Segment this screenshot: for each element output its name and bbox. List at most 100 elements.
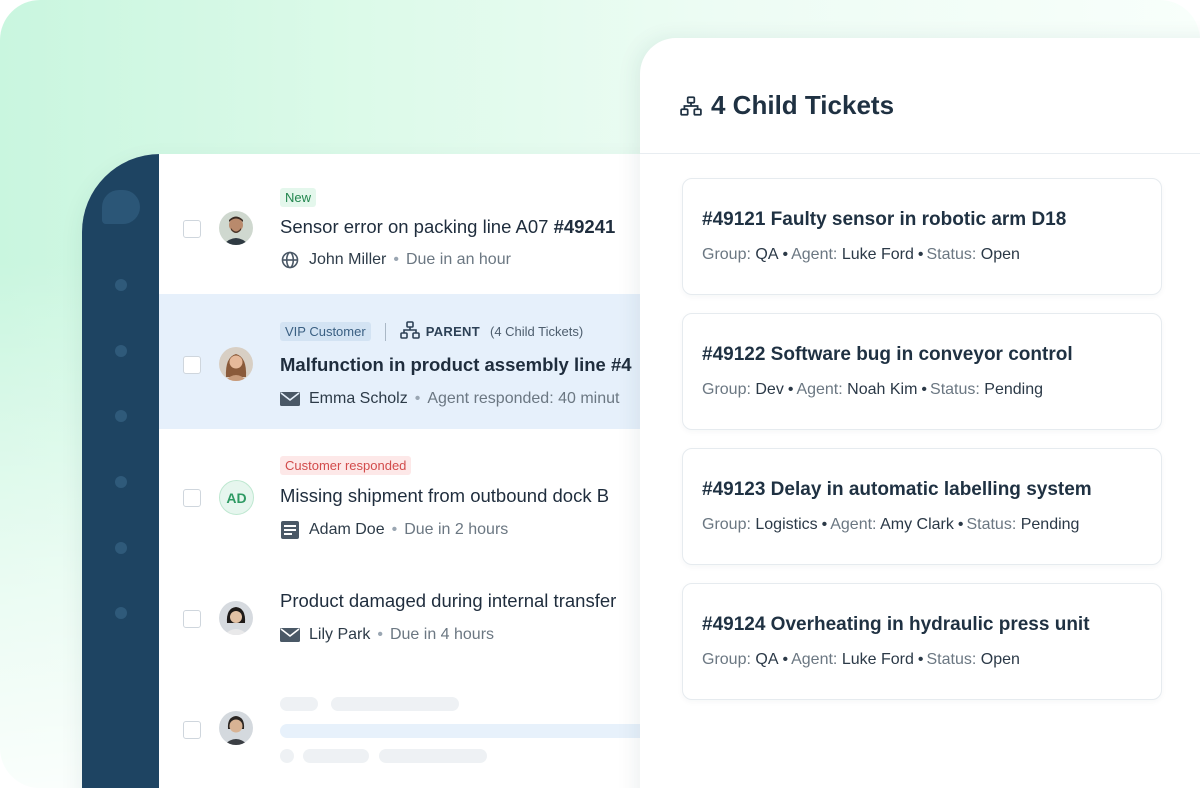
ticket-meta: Lily Park • Due in 4 hours [280,625,494,645]
avatar: AD [219,480,254,515]
row-tags: VIP Customer PARENT (4 Child Tickets) [280,321,583,342]
status-label: Status: [966,516,1017,533]
requester-name: Emma Scholz [309,390,408,407]
status-label: Status: [926,651,977,668]
ticket-number: #49241 [553,216,616,237]
ticket-meta: John Miller • Due in an hour [280,250,511,270]
avatar [219,601,253,635]
sidebar-rail [82,154,159,788]
due-status: Due in an hour [405,251,511,268]
meta-separator: • [957,516,964,533]
nav-dot-icon[interactable] [115,542,127,554]
ticket-title[interactable]: Missing shipment from outbound dock B [280,485,609,507]
requester-name: Lily Park [309,626,371,643]
agent-label: Agent: [830,516,877,533]
meta-separator: • [782,246,789,263]
status-label: Status: [930,381,980,398]
ticket-title[interactable]: Sensor error on packing line A07 #49241 [280,216,615,238]
mail-icon [280,625,300,645]
meta-separator: • [782,651,789,668]
group-value: QA [755,651,779,668]
hierarchy-icon [680,95,702,117]
child-ticket-title[interactable]: #49122 Software bug in conveyor control [702,344,1073,366]
nav-dot-icon[interactable] [115,410,127,422]
agent-value: Luke Ford [841,246,914,263]
child-tickets-panel: 4 Child Tickets #49121 Faulty sensor in … [640,38,1200,788]
group-label: Group: [702,516,751,533]
avatar [219,211,253,245]
ticket-title-text: Sensor error on packing line A07 [280,216,554,237]
row-checkbox[interactable] [183,220,201,238]
status-value: Open [980,651,1020,668]
meta-separator: • [391,521,398,538]
skeleton-bar [303,749,369,763]
status-label: Status: [926,246,977,263]
nav-dot-icon[interactable] [115,345,127,357]
meta-separator: • [377,626,383,643]
status-value: Open [980,246,1020,263]
child-ticket-card[interactable]: #49122 Software bug in conveyor control … [682,313,1162,430]
globe-icon [280,250,300,270]
app-logo-icon[interactable] [102,190,140,224]
skeleton-bar [331,697,459,711]
ticket-row[interactable]: AD Customer responded Missing shipment f… [159,429,702,565]
row-tags: Customer responded [280,456,412,475]
child-ticket-title[interactable]: #49123 Delay in automatic labelling syst… [702,479,1092,501]
skeleton-bar [280,697,318,711]
meta-separator: • [393,251,399,268]
mail-icon [280,389,300,409]
skeleton-bar [379,749,487,763]
child-ticket-meta: Group: Dev • Agent: Noah Kim • Status: Pendi… [702,381,1043,399]
child-ticket-title[interactable]: #49124 Overheating in hydraulic press un… [702,614,1090,636]
group-label: Group: [702,651,751,668]
parent-indicator[interactable]: PARENT (4 Child Tickets) [399,321,583,342]
agent-label: Agent: [791,246,838,263]
skeleton-bar [280,724,680,738]
requester-name: John Miller [309,251,387,268]
ticket-title[interactable]: Malfunction in product assembly line #4 [280,354,632,376]
group-label: Group: [702,246,751,263]
group-value: QA [755,246,779,263]
ticket-row-selected[interactable]: VIP Customer PARENT (4 Child Tickets) Ma… [159,294,702,430]
customer-responded-badge: Customer responded [280,456,412,475]
meta-separator: • [921,381,928,398]
ticket-list: New Sensor error on packing line A07 #49… [159,154,702,788]
response-status: Agent responded: 40 minut [427,390,620,407]
avatar [219,347,253,381]
agent-value: Noah Kim [847,381,918,398]
child-ticket-card[interactable]: #49124 Overheating in hydraulic press un… [682,583,1162,700]
vip-badge: VIP Customer [280,322,371,341]
group-value: Dev [755,381,784,398]
ticket-row[interactable]: New Sensor error on packing line A07 #49… [159,154,702,295]
skeleton-dot [280,749,294,763]
form-icon [280,520,300,540]
row-checkbox[interactable] [183,721,201,739]
child-ticket-title[interactable]: #49121 Faulty sensor in robotic arm D18 [702,209,1066,231]
child-ticket-meta: Group: QA • Agent: Luke Ford • Status: Open [702,651,1020,669]
scene: New Sensor error on packing line A07 #49… [0,0,1200,788]
row-tags: New [280,188,317,207]
ticket-meta: Emma Scholz • Agent responded: 40 minut [280,389,619,409]
avatar [219,711,253,745]
ticket-meta: Adam Doe • Due in 2 hours [280,520,508,540]
child-ticket-meta: Group: QA • Agent: Luke Ford • Status: Open [702,246,1020,264]
row-checkbox[interactable] [183,489,201,507]
agent-value: Amy Clark [880,516,954,533]
status-value: Pending [984,381,1043,398]
status-value: Pending [1020,516,1080,533]
meta-separator: • [917,651,924,668]
ticket-row[interactable]: Product damaged during internal transfer… [159,564,702,670]
meta-separator: • [414,390,421,407]
row-checkbox[interactable] [183,356,201,374]
due-status: Due in 2 hours [404,521,509,538]
ticket-title[interactable]: Product damaged during internal transfer [280,590,616,612]
meta-separator: • [821,516,828,533]
nav-dot-icon[interactable] [115,476,127,488]
row-checkbox[interactable] [183,610,201,628]
tag-divider [384,322,386,341]
nav-dot-icon[interactable] [115,607,127,619]
due-status: Due in 4 hours [389,626,495,643]
child-ticket-card[interactable]: #49123 Delay in automatic labelling syst… [682,448,1162,565]
nav-dot-icon[interactable] [115,279,127,291]
child-ticket-card[interactable]: #49121 Faulty sensor in robotic arm D18 … [682,178,1162,295]
